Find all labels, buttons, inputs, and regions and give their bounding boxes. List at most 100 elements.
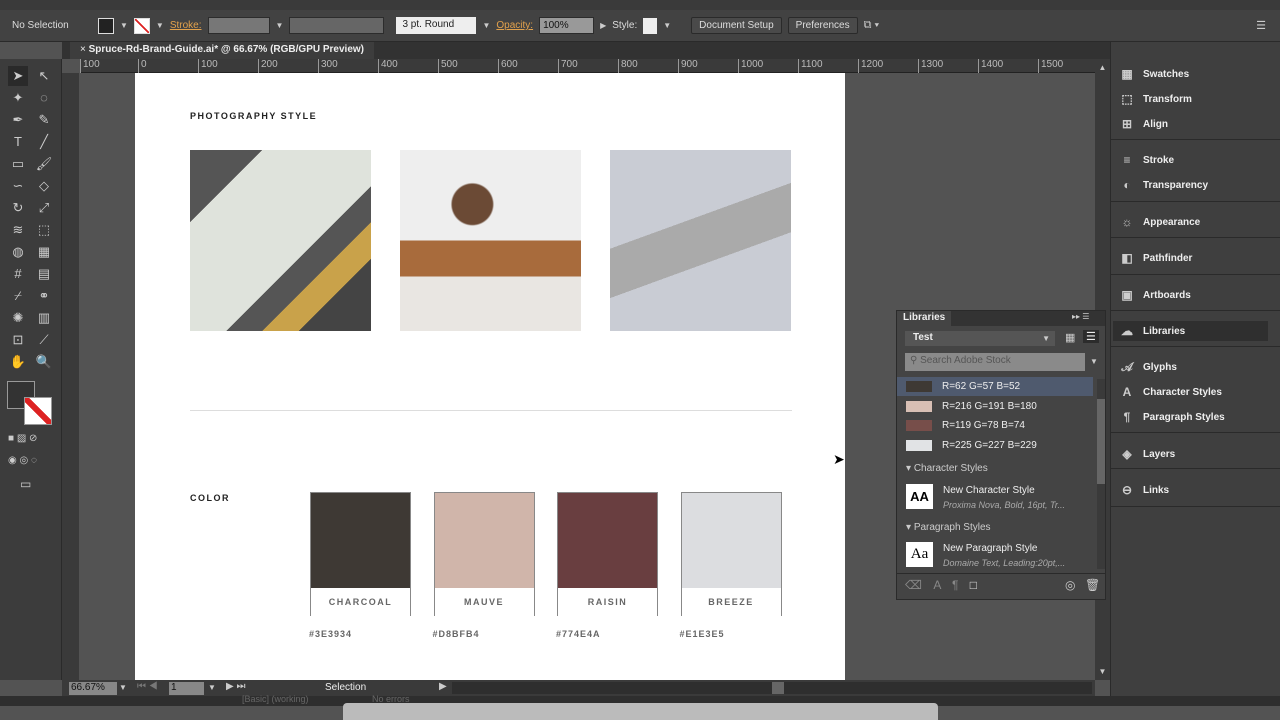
rectangle-tool-icon[interactable]: ▭ (8, 154, 28, 174)
horizontal-ruler[interactable]: 100 0 100 200 300 400 500 600 700 800 900 1000 1100 1… (80, 59, 1112, 73)
slice-tool-icon[interactable]: ⟋ (34, 330, 54, 350)
screen-mode-icon[interactable]: ▭ (20, 477, 31, 491)
panel-align[interactable]: ⊞ Align (1119, 114, 1168, 134)
panel-stroke[interactable]: ≡ Stroke (1119, 150, 1174, 170)
zoom-dropdown-icon[interactable]: ▼ (119, 683, 127, 692)
photo-woman-at-desk[interactable] (400, 150, 581, 331)
brush-dropdown-icon[interactable]: ▼ (482, 21, 490, 30)
brush-field[interactable]: 3 pt. Round (396, 17, 477, 34)
curvature-tool-icon[interactable]: ✎ (34, 110, 54, 130)
panel-collapse-icon[interactable]: ▸▸ ☰ (1072, 312, 1089, 321)
panel-character-styles[interactable]: A Character Styles (1119, 382, 1222, 402)
eyedropper-icon[interactable]: ⌿ (8, 286, 28, 306)
stroke-label[interactable]: Stroke: (170, 20, 202, 31)
close-tab-icon[interactable]: × (80, 44, 89, 55)
list-view-icon[interactable]: ☰ (1083, 330, 1099, 343)
character-style-name[interactable]: New Character Style (943, 485, 1035, 496)
panel-links[interactable]: ⊖ Links (1119, 480, 1169, 500)
artboard-dropdown-icon[interactable]: ▼ (208, 683, 216, 692)
zoom-tool-icon[interactable]: 🔍 (34, 352, 54, 372)
eraser-icon[interactable]: ◇ (34, 176, 54, 196)
blend-tool-icon[interactable]: ⚭ (34, 286, 54, 306)
line-tool-icon[interactable]: ╱ (34, 132, 54, 152)
stroke-weight-dropdown-icon[interactable]: ▼ (276, 21, 284, 30)
hand-tool-icon[interactable]: ✋ (8, 352, 28, 372)
grid-view-icon[interactable]: ▦ (1065, 331, 1075, 344)
add-fill-color-icon[interactable]: □ (970, 578, 977, 592)
preferences-button[interactable]: Preferences (787, 17, 858, 34)
graph-tool-icon[interactable]: ▥ (34, 308, 54, 328)
color-swatch[interactable]: RAISIN (557, 492, 658, 616)
vertical-ruler[interactable] (62, 73, 79, 680)
color-swatch[interactable]: CHARCOAL (310, 492, 411, 616)
paintbrush-icon[interactable]: 🖌 (34, 154, 54, 174)
add-graphic-icon[interactable]: ⌫ (905, 578, 922, 592)
direct-selection-tool-icon[interactable]: ↖ (34, 66, 54, 86)
type-tool-icon[interactable]: T (8, 132, 28, 152)
paragraph-styles-header[interactable]: ▾ Paragraph Styles (906, 522, 991, 533)
panel-artboards[interactable]: ▣ Artboards (1119, 285, 1190, 305)
document-setup-button[interactable]: Document Setup (691, 17, 782, 34)
add-paragraph-style-icon[interactable]: ¶ (952, 578, 958, 592)
panel-layers[interactable]: ◈ Layers (1119, 444, 1175, 464)
lasso-icon[interactable]: ◌ (34, 88, 54, 108)
library-select[interactable]: Test ▼ (905, 331, 1055, 346)
color-swatch[interactable]: BREEZE (680, 492, 782, 616)
shape-builder-icon[interactable]: ◍ (8, 242, 28, 262)
mesh-tool-icon[interactable]: # (8, 264, 28, 284)
style-dropdown-icon[interactable]: ▼ (663, 21, 671, 30)
macos-dock[interactable] (343, 703, 938, 720)
pen-tool-icon[interactable]: ✒ (8, 110, 28, 130)
opacity-field[interactable]: 100% (539, 17, 595, 34)
variable-width-field[interactable] (289, 17, 385, 34)
panel-appearance[interactable]: ☼ Appearance (1119, 212, 1201, 232)
color-mode-icons[interactable]: ■ ▨ ⊘ (8, 433, 37, 444)
stroke-color-box[interactable] (24, 397, 52, 425)
draw-mode-icons[interactable]: ◉ ◎ ◌ (8, 455, 37, 466)
free-transform-icon[interactable]: ⬚ (34, 220, 54, 240)
shaper-tool-icon[interactable]: ∽ (8, 176, 28, 196)
stroke-weight-field[interactable] (207, 17, 270, 34)
library-color-item[interactable]: R=216 G=191 B=180 (897, 397, 1093, 416)
photo-flatlay-desk[interactable] (610, 150, 791, 331)
horizontal-scrollbar[interactable] (452, 682, 1092, 694)
search-adobe-stock-input[interactable]: ⚲ Search Adobe Stock (905, 353, 1085, 371)
width-tool-icon[interactable]: ≋ (8, 220, 28, 240)
panel-libraries[interactable]: ☁ Libraries (1113, 321, 1268, 341)
add-character-style-icon[interactable]: A (933, 578, 940, 592)
fill-dropdown-icon[interactable]: ▼ (120, 21, 128, 30)
zoom-field[interactable]: 66.67% (69, 682, 117, 695)
opacity-arrow-icon[interactable]: ▶ (600, 21, 606, 30)
panel-transparency[interactable]: ◐ Transparency (1119, 175, 1208, 195)
stroke-swatch[interactable] (133, 17, 150, 34)
rotate-tool-icon[interactable]: ↻ (8, 198, 28, 218)
current-tool-status[interactable]: Selection (325, 682, 366, 693)
panel-pathfinder[interactable]: ◧ Pathfinder (1119, 248, 1192, 268)
panel-paragraph-styles[interactable]: ¶ Paragraph Styles (1119, 407, 1225, 427)
magic-wand-icon[interactable]: ✦ (8, 88, 28, 108)
library-color-item[interactable]: R=119 G=78 B=74 (897, 416, 1093, 435)
panel-transform[interactable]: ⬚ Transform (1119, 89, 1192, 109)
fill-swatch[interactable] (98, 17, 114, 34)
creative-cloud-icon[interactable]: ◎ (1065, 578, 1075, 592)
paragraph-style-name[interactable]: New Paragraph Style (943, 543, 1038, 554)
library-color-item[interactable]: R=62 G=57 B=52 (897, 377, 1093, 396)
color-swatch[interactable]: MAUVE (433, 492, 535, 616)
perspective-grid-icon[interactable]: ▦ (34, 242, 54, 262)
panel-swatches[interactable]: ▦ Swatches (1119, 64, 1189, 84)
artboard[interactable]: PHOTOGRAPHY STYLE COLOR CHARCOAL #3E3934 M… (135, 73, 845, 680)
style-swatch[interactable] (643, 17, 658, 34)
opacity-label[interactable]: Opacity: (496, 20, 533, 31)
library-scrollbar[interactable] (1097, 379, 1105, 569)
document-tab[interactable]: × Spruce-Rd-Brand-Guide.ai* @ 66.67% (RG… (70, 42, 374, 59)
search-source-dropdown-icon[interactable]: ▼ (1090, 357, 1098, 366)
next-artboard-icons[interactable]: ▶ ⏭ (226, 681, 245, 692)
panel-glyphs[interactable]: 𝒜 Glyphs (1119, 357, 1177, 377)
libraries-panel-tab[interactable]: Libraries (897, 311, 952, 326)
gradient-tool-icon[interactable]: ▤ (34, 264, 54, 284)
panel-menu-icon[interactable]: ☰ (1256, 19, 1266, 32)
status-menu-arrow-icon[interactable]: ▶ (439, 681, 447, 692)
scale-tool-icon[interactable]: ⤢ (34, 198, 54, 218)
arrange-documents-icon[interactable]: ⧉ ▾ (864, 19, 880, 32)
delete-icon[interactable]: 🗑 (1085, 578, 1100, 592)
